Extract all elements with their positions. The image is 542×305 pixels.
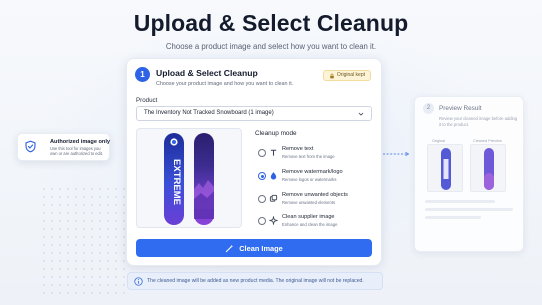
option-description: Remove text from the image (282, 154, 335, 159)
radio-remove-text[interactable] (258, 149, 266, 157)
original-label: Original (432, 139, 446, 143)
clean-image-label: Clean Image (239, 243, 283, 253)
authorized-description: Use this tool for images you own or are … (50, 146, 104, 157)
sparkle-icon (269, 216, 278, 225)
original-thumbnail (427, 144, 463, 192)
snowboard-image: EXTREME (164, 133, 214, 225)
product-label: Product (136, 97, 158, 104)
original-kept-tag: Original kept (322, 70, 371, 81)
drop-icon (270, 172, 277, 180)
step-badge: 1 (135, 67, 150, 82)
wand-icon (226, 244, 234, 252)
card-title: Upload & Select Cleanup (156, 68, 258, 78)
clean-image-button[interactable]: Clean Image (136, 239, 372, 257)
option-description: Remove logos or watermarks (282, 177, 337, 182)
hero-subtitle: Choose a product image and select how yo… (165, 42, 377, 51)
radio-remove-watermark[interactable] (258, 172, 266, 180)
cleaned-preview-label: Cleaned Preview (473, 139, 502, 143)
connector-arrow (383, 152, 410, 156)
option-remove-watermark[interactable]: Remove watermark/logo Remove logos or wa… (258, 169, 378, 185)
authorized-image-card: Authorized image only Use this tool for … (17, 133, 110, 161)
objects-icon (269, 194, 278, 202)
authorized-title: Authorized image only (50, 139, 110, 145)
option-description: Remove unwanted elements (282, 200, 336, 205)
radio-clean-supplier[interactable] (258, 217, 266, 225)
chevron-down-icon (358, 112, 364, 116)
original-kept-label: Original kept (336, 72, 365, 78)
cleanup-mode-label: Cleanup mode (255, 130, 297, 137)
preview-description: Review your cleaned image before adding … (439, 116, 518, 127)
option-title: Remove watermark/logo (282, 169, 343, 175)
option-description: Enhance and clean the image (282, 222, 338, 227)
radio-remove-objects[interactable] (258, 195, 266, 203)
option-clean-supplier[interactable]: Clean supplier image Enhance and clean t… (258, 214, 378, 230)
board-text: EXTREME (171, 159, 182, 205)
placeholder-line (425, 208, 513, 211)
option-title: Clean supplier image (282, 214, 335, 220)
card-subtitle: Choose your product image and how you wa… (156, 81, 294, 87)
product-select[interactable]: The Inventory Not Tracked Snowboard (1 i… (136, 106, 372, 121)
option-remove-text[interactable]: Remove text Remove text from the image (258, 146, 378, 162)
upload-select-card: 1 Upload & Select Cleanup Choose your pr… (126, 58, 382, 266)
dot-pattern (40, 185, 130, 295)
shield-icon (25, 140, 36, 153)
lock-icon (330, 73, 334, 78)
option-remove-objects[interactable]: Remove unwanted objects Remove unwanted … (258, 192, 378, 208)
preview-step-badge: 2 (423, 103, 434, 114)
info-banner: The cleaned image will be added as new p… (127, 272, 383, 290)
placeholder-line (425, 216, 481, 219)
product-select-value: The Inventory Not Tracked Snowboard (1 i… (144, 110, 274, 116)
preview-title: Preview Result (439, 105, 482, 112)
option-title: Remove unwanted objects (282, 192, 348, 198)
placeholder-line (425, 200, 495, 203)
option-title: Remove text (282, 146, 314, 152)
product-image-preview: EXTREME (136, 128, 242, 228)
info-text: The cleaned image will be added as new p… (147, 278, 364, 284)
info-icon (134, 277, 143, 286)
hero-title: Upload & Select Cleanup (133, 10, 409, 36)
cleaned-thumbnail (470, 144, 506, 192)
text-icon (270, 149, 277, 156)
preview-result-card: 2 Preview Result Review your cleaned ima… (414, 96, 524, 252)
